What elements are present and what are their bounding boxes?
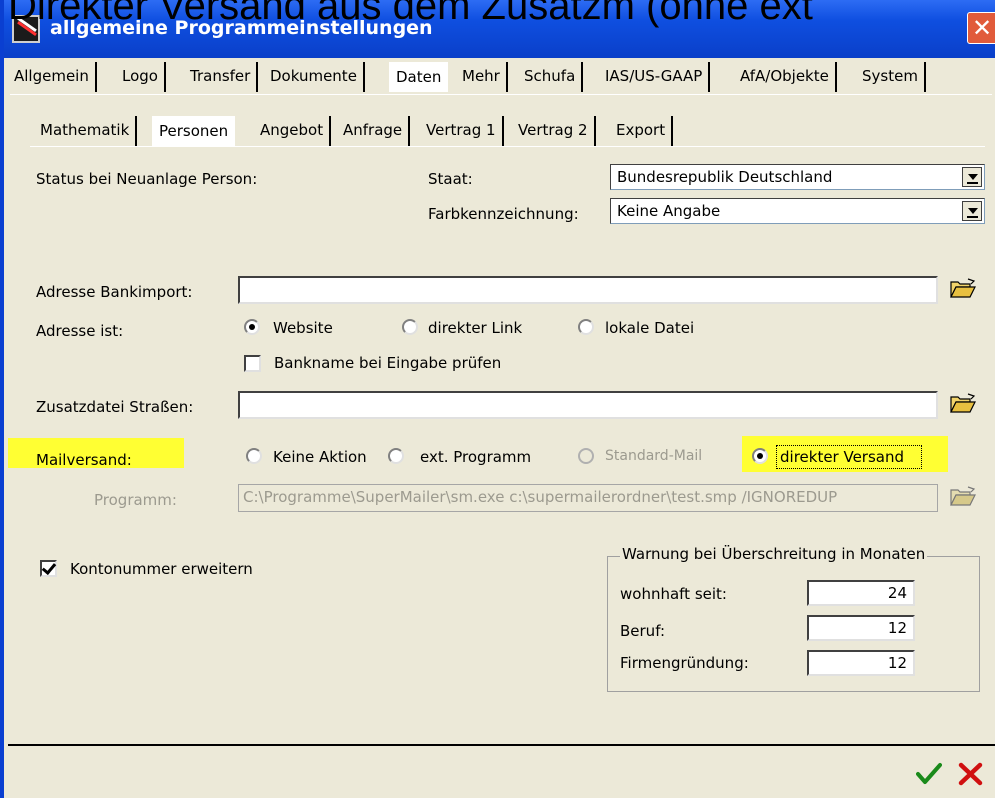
radio-keine-aktion-label[interactable]: Keine Aktion [273,448,367,466]
radio-direkter-versand[interactable] [752,448,768,464]
tab-daten[interactable]: Daten [389,62,449,92]
warnung-title: Warnung bei Überschreitung in Monaten [620,545,928,563]
tab-personen[interactable]: Personen [152,116,236,146]
bankname-pruefen-label[interactable]: Bankname bei Eingabe prüfen [274,354,501,372]
programm-input: C:\Programme\SuperMailer\sm.exe c:\super… [238,484,938,512]
close-button[interactable]: ✕ [967,12,995,44]
radio-keine-aktion[interactable] [246,448,262,464]
radio-lokale-datei-label[interactable]: lokale Datei [605,319,694,337]
chevron-down-icon[interactable] [962,167,982,187]
tab-dokumente[interactable]: Dokumente [264,62,365,92]
firmengruendung-input[interactable]: 12 [807,650,915,676]
radio-standard-mail [578,448,594,464]
open-folder-icon[interactable] [950,278,976,300]
staat-value: Bundesrepublik Deutschland [617,168,833,186]
staat-select[interactable]: Bundesrepublik Deutschland [610,164,985,190]
wohnhaft-seit-label: wohnhaft seit: [620,585,727,603]
tab-mehr[interactable]: Mehr [456,62,508,92]
adresse-ist-label: Adresse ist: [36,322,124,340]
x-icon[interactable] [958,762,984,786]
zusatzdatei-input[interactable] [238,391,938,419]
zusatzdatei-label: Zusatzdatei Straßen: [36,398,194,416]
check-icon[interactable] [916,762,942,786]
bankimport-input[interactable] [238,276,938,304]
tab-angebot[interactable]: Angebot [254,116,332,146]
beruf-input[interactable]: 12 [807,615,915,641]
bankname-pruefen-checkbox[interactable] [244,355,261,372]
kontonummer-erweitern-label[interactable]: Kontonummer erweitern [70,560,253,578]
programm-label: Programm: [94,491,177,509]
overlay-heading: Direkter Versand aus dem Zusatzm (ohne e… [8,0,813,28]
chevron-down-icon[interactable] [962,201,982,221]
radio-website[interactable] [244,319,260,335]
tab-logo[interactable]: Logo [116,62,166,92]
radio-lokale-datei[interactable] [578,319,594,335]
status-label: Status bei Neuanlage Person: [36,170,258,188]
tab-system[interactable]: System [856,62,926,92]
radio-direkter-versand-label[interactable]: direkter Versand [780,448,904,466]
tab-schufa[interactable]: Schufa [518,62,584,92]
farbkennzeichnung-value: Keine Angabe [617,202,721,220]
tab-vertrag-2[interactable]: Vertrag 2 [512,116,596,146]
tab-mathematik[interactable]: Mathematik [34,116,138,146]
farbkennzeichnung-label: Farbkennzeichnung: [428,205,579,223]
tab-afa-objekte[interactable]: AfA/Objekte [734,62,837,92]
tab-ias-us-gaap[interactable]: IAS/US-GAAP [599,62,711,92]
tab-transfer[interactable]: Transfer [184,62,259,92]
open-folder-icon[interactable] [950,393,976,415]
bankimport-label: Adresse Bankimport: [36,283,193,301]
open-folder-icon [950,486,976,506]
footer-divider [8,744,995,746]
tab-vertrag-1[interactable]: Vertrag 1 [420,116,504,146]
radio-website-label[interactable]: Website [273,319,333,337]
radio-standard-mail-label: Standard-Mail [605,448,703,464]
staat-label: Staat: [428,170,473,188]
farbkennzeichnung-select[interactable]: Keine Angabe [610,198,985,224]
radio-ext-programm[interactable] [388,448,404,464]
beruf-label: Beruf: [620,622,665,640]
radio-direkter-link-label[interactable]: direkter Link [428,319,522,337]
sub-panel-border [30,146,985,147]
tab-anfrage[interactable]: Anfrage [337,116,411,146]
wohnhaft-seit-input[interactable]: 24 [807,580,915,606]
radio-direkter-link[interactable] [402,319,418,335]
tab-export[interactable]: Export [610,116,674,146]
tab-allgemein[interactable]: Allgemein [8,62,97,92]
firmengruendung-label: Firmengründung: [620,654,749,672]
radio-ext-programm-label[interactable]: ext. Programm [420,448,531,466]
mailversand-label: Mailversand: [36,451,132,469]
kontonummer-erweitern-checkbox[interactable] [40,560,57,577]
settings-window: allgemeine Programmeinstellungen ✕ Allge… [0,0,995,798]
